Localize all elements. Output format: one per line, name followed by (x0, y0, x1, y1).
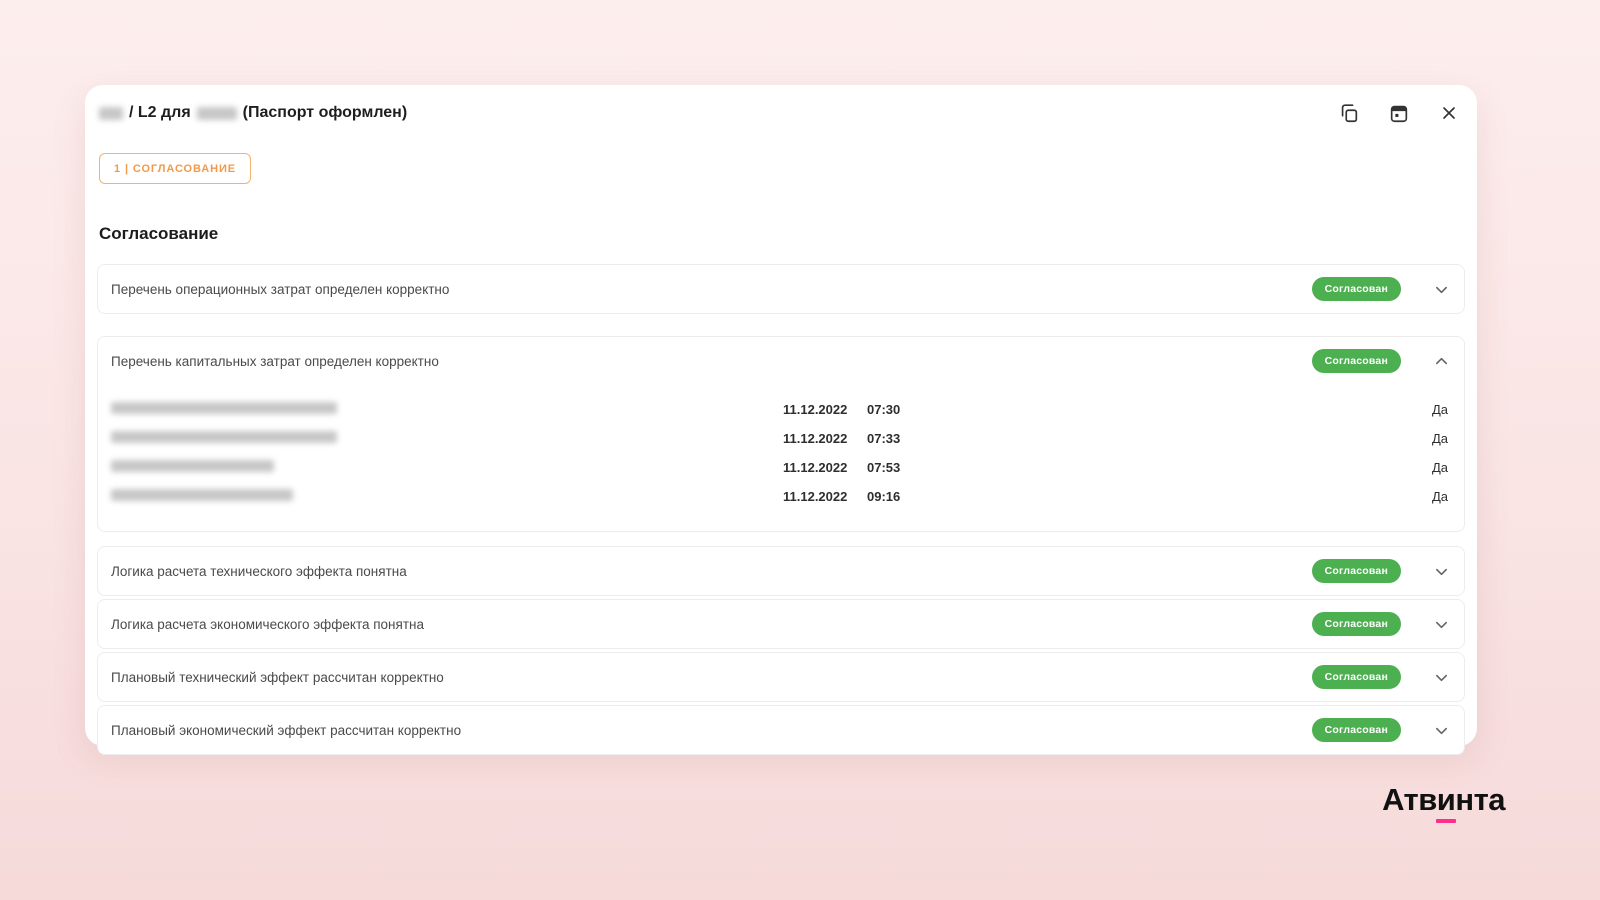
section-title: Согласование (99, 224, 219, 243)
approval-time: 09:16 (867, 489, 901, 504)
chevron-down-icon[interactable] (1434, 670, 1449, 685)
logo-underlined-letter: и (1435, 782, 1456, 823)
copy-icon[interactable] (1337, 101, 1361, 125)
modal-header: / L2 для (Паспорт оформлен) (97, 101, 1465, 125)
approval-row-expanded: Перечень капитальных затрат определен ко… (97, 336, 1465, 532)
calendar-icon[interactable] (1387, 101, 1411, 125)
status-badge: Согласован (1311, 612, 1401, 636)
approver-row: 11.12.2022 09:16 Да (98, 482, 1464, 511)
atvinta-logo: Атвинта (1382, 782, 1505, 823)
approval-time: 07:53 (867, 460, 901, 475)
approval-list: Перечень операционных затрат определен к… (97, 264, 1465, 755)
approval-date: 11.12.2022 (783, 431, 848, 446)
approver-row: 11.12.2022 07:33 Да (98, 424, 1464, 453)
chevron-down-icon[interactable] (1434, 564, 1449, 579)
status-badge: Согласован (1311, 349, 1401, 373)
status-badge: Согласован (1311, 718, 1401, 742)
redacted-title-code (99, 106, 123, 120)
approval-row-header[interactable]: Плановый экономический эффект рассчитан … (98, 706, 1464, 754)
approval-row-header[interactable]: Перечень операционных затрат определен к… (98, 265, 1464, 313)
modal-title-part1: / L2 для (129, 104, 191, 121)
redacted-approver-name (111, 402, 783, 417)
approval-date: 11.12.2022 (783, 402, 848, 417)
approval-date: 11.12.2022 (783, 489, 848, 504)
approval-row-label: Плановый технический эффект рассчитан ко… (111, 669, 444, 685)
logo-text-part2: нта (1455, 782, 1505, 817)
logo-text-part1: Атв (1382, 782, 1437, 817)
approval-time: 07:30 (867, 402, 901, 417)
approval-row-header[interactable]: Перечень капитальных затрат определен ко… (98, 337, 1464, 385)
approval-date: 11.12.2022 (783, 460, 848, 475)
approval-row: Плановый экономический эффект рассчитан … (97, 705, 1465, 755)
status-badge: Согласован (1311, 277, 1401, 301)
approval-row: Логика расчета экономического эффекта по… (97, 599, 1465, 649)
chevron-up-icon[interactable] (1434, 354, 1449, 369)
redacted-approver-name (111, 489, 783, 504)
approval-row-label: Перечень капитальных затрат определен ко… (111, 353, 439, 369)
status-badge: Согласован (1311, 559, 1401, 583)
modal-title: / L2 для (Паспорт оформлен) (99, 104, 407, 122)
approval-row-label: Логика расчета технического эффекта поня… (111, 563, 407, 579)
chevron-down-icon[interactable] (1434, 723, 1449, 738)
approval-time: 07:33 (867, 431, 901, 446)
approval-row: Логика расчета технического эффекта поня… (97, 546, 1465, 596)
modal-title-part2: (Паспорт оформлен) (242, 104, 408, 121)
approval-answer: Да (1431, 402, 1448, 417)
approval-answer: Да (1431, 460, 1448, 475)
approval-row-header[interactable]: Плановый технический эффект рассчитан ко… (98, 653, 1464, 701)
approval-row-header[interactable]: Логика расчета технического эффекта поня… (98, 547, 1464, 595)
header-actions (1337, 101, 1461, 125)
passport-modal: / L2 для (Паспорт оформлен) 1 | СОГЛАСОВ… (85, 85, 1477, 755)
approval-row-header[interactable]: Логика расчета экономического эффекта по… (98, 600, 1464, 648)
close-icon[interactable] (1437, 101, 1461, 125)
chevron-down-icon[interactable] (1434, 282, 1449, 297)
approval-row-label: Логика расчета экономического эффекта по… (111, 616, 424, 632)
approver-row: 11.12.2022 07:53 Да (98, 453, 1464, 482)
approval-row-label: Плановый экономический эффект рассчитан … (111, 722, 462, 738)
approval-answer: Да (1431, 431, 1448, 446)
approval-row: Плановый технический эффект рассчитан ко… (97, 652, 1465, 702)
approval-row-label: Перечень операционных затрат определен к… (111, 281, 450, 297)
redacted-title-target (196, 106, 237, 120)
approvers-list: 11.12.2022 07:30 Да 11.12.2022 07:33 Да … (98, 395, 1464, 511)
approval-answer: Да (1431, 489, 1448, 504)
approver-row: 11.12.2022 07:30 Да (98, 395, 1464, 424)
approval-row: Перечень операционных затрат определен к… (97, 264, 1465, 314)
status-badge: Согласован (1311, 665, 1401, 689)
redacted-approver-name (111, 460, 783, 475)
redacted-approver-name (111, 431, 783, 446)
chevron-down-icon[interactable] (1434, 617, 1449, 632)
stage-badge[interactable]: 1 | СОГЛАСОВАНИЕ (99, 153, 252, 184)
